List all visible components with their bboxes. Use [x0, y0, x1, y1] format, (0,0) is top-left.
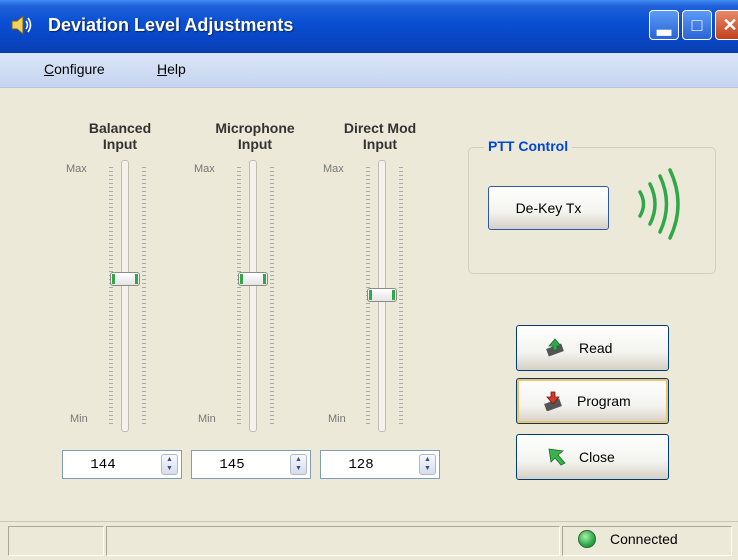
window-title: Deviation Level Adjustments [48, 15, 294, 35]
direct-mod-input-spinner[interactable]: 128 ▲ ▼ [320, 450, 440, 479]
close-icon: ✕ [722, 15, 738, 35]
program-label: Program [577, 393, 631, 409]
balanced-input-spinner[interactable]: 144 ▲ ▼ [62, 450, 182, 479]
balanced-slider-track[interactable] [121, 160, 129, 432]
menu-help[interactable]: Help [157, 61, 186, 77]
connection-status-led-icon [578, 530, 596, 548]
microphone-input-spinner[interactable]: 145 ▲ ▼ [191, 450, 311, 479]
microphone-input-title-line1: Microphone [215, 120, 295, 136]
menu-help-label: elp [167, 61, 186, 77]
menu-bar: Configure Help [0, 53, 738, 88]
minimize-icon: ▂ [657, 15, 671, 35]
direct-mod-input-title-line1: Direct Mod [343, 120, 417, 136]
close-button[interactable]: Close [516, 434, 669, 480]
direct-mod-ticks-right [399, 167, 403, 427]
balanced-ticks-left [109, 167, 113, 427]
microphone-slider-thumb[interactable] [238, 272, 268, 286]
exit-arrow-icon [548, 448, 566, 466]
speaker-icon [11, 14, 32, 36]
maximize-button[interactable]: □ [682, 10, 712, 40]
de-key-tx-button[interactable]: De-Key Tx [488, 186, 609, 230]
balanced-slider-thumb[interactable] [110, 272, 140, 286]
program-button[interactable]: Program [516, 378, 669, 424]
balanced-min-label: Min [70, 413, 88, 425]
spin-arrows-icon[interactable]: ▲ ▼ [161, 454, 178, 475]
microphone-input-title-line2: Input [237, 136, 273, 152]
close-label: Close [579, 449, 615, 465]
microphone-ticks-left [237, 167, 241, 427]
balanced-ticks-right [142, 167, 146, 427]
menu-configure-mnemonic: C [44, 61, 55, 77]
minimize-button[interactable]: ▂ [649, 10, 679, 40]
microphone-input-value[interactable]: 145 [192, 457, 272, 473]
microphone-slider-track[interactable] [249, 160, 257, 432]
microphone-max-label: Max [194, 163, 215, 175]
direct-mod-max-label: Max [323, 163, 344, 175]
spin-arrows-icon[interactable]: ▲ ▼ [290, 454, 307, 475]
close-window-button[interactable]: ✕ [715, 10, 738, 40]
direct-mod-min-label: Min [328, 413, 346, 425]
title-bar[interactable]: Deviation Level Adjustments ▂ □ ✕ [0, 0, 738, 53]
spin-arrows-icon[interactable]: ▲ ▼ [419, 454, 436, 475]
direct-mod-input-value[interactable]: 128 [321, 457, 401, 473]
radio-waves-icon [638, 168, 680, 240]
read-label: Read [579, 340, 613, 356]
balanced-input-title: Balanced Input [70, 120, 170, 152]
balanced-input-title-line2: Input [102, 136, 138, 152]
menu-configure-label: onfigure [54, 61, 105, 77]
direct-mod-input-title: Direct Mod Input [330, 120, 430, 152]
status-pane-2 [106, 526, 560, 556]
balanced-input-value[interactable]: 144 [63, 457, 143, 473]
balanced-input-title-line1: Balanced [88, 120, 152, 136]
direct-mod-slider-thumb[interactable] [367, 288, 397, 302]
maximize-icon: □ [691, 15, 703, 35]
microphone-min-label: Min [198, 413, 216, 425]
program-chip-icon [544, 391, 562, 411]
read-chip-icon [546, 338, 564, 357]
menu-help-mnemonic: H [157, 61, 168, 77]
menu-configure[interactable]: Configure [44, 61, 105, 77]
status-pane-1 [8, 526, 104, 556]
read-button[interactable]: Read [516, 325, 669, 371]
de-key-tx-label: De-Key Tx [515, 200, 582, 216]
ptt-control-title: PTT Control [484, 138, 573, 154]
microphone-ticks-right [270, 167, 274, 427]
direct-mod-input-title-line2: Input [362, 136, 398, 152]
balanced-max-label: Max [66, 163, 87, 175]
connection-status-text: Connected [610, 531, 678, 547]
microphone-input-title: Microphone Input [200, 120, 310, 152]
